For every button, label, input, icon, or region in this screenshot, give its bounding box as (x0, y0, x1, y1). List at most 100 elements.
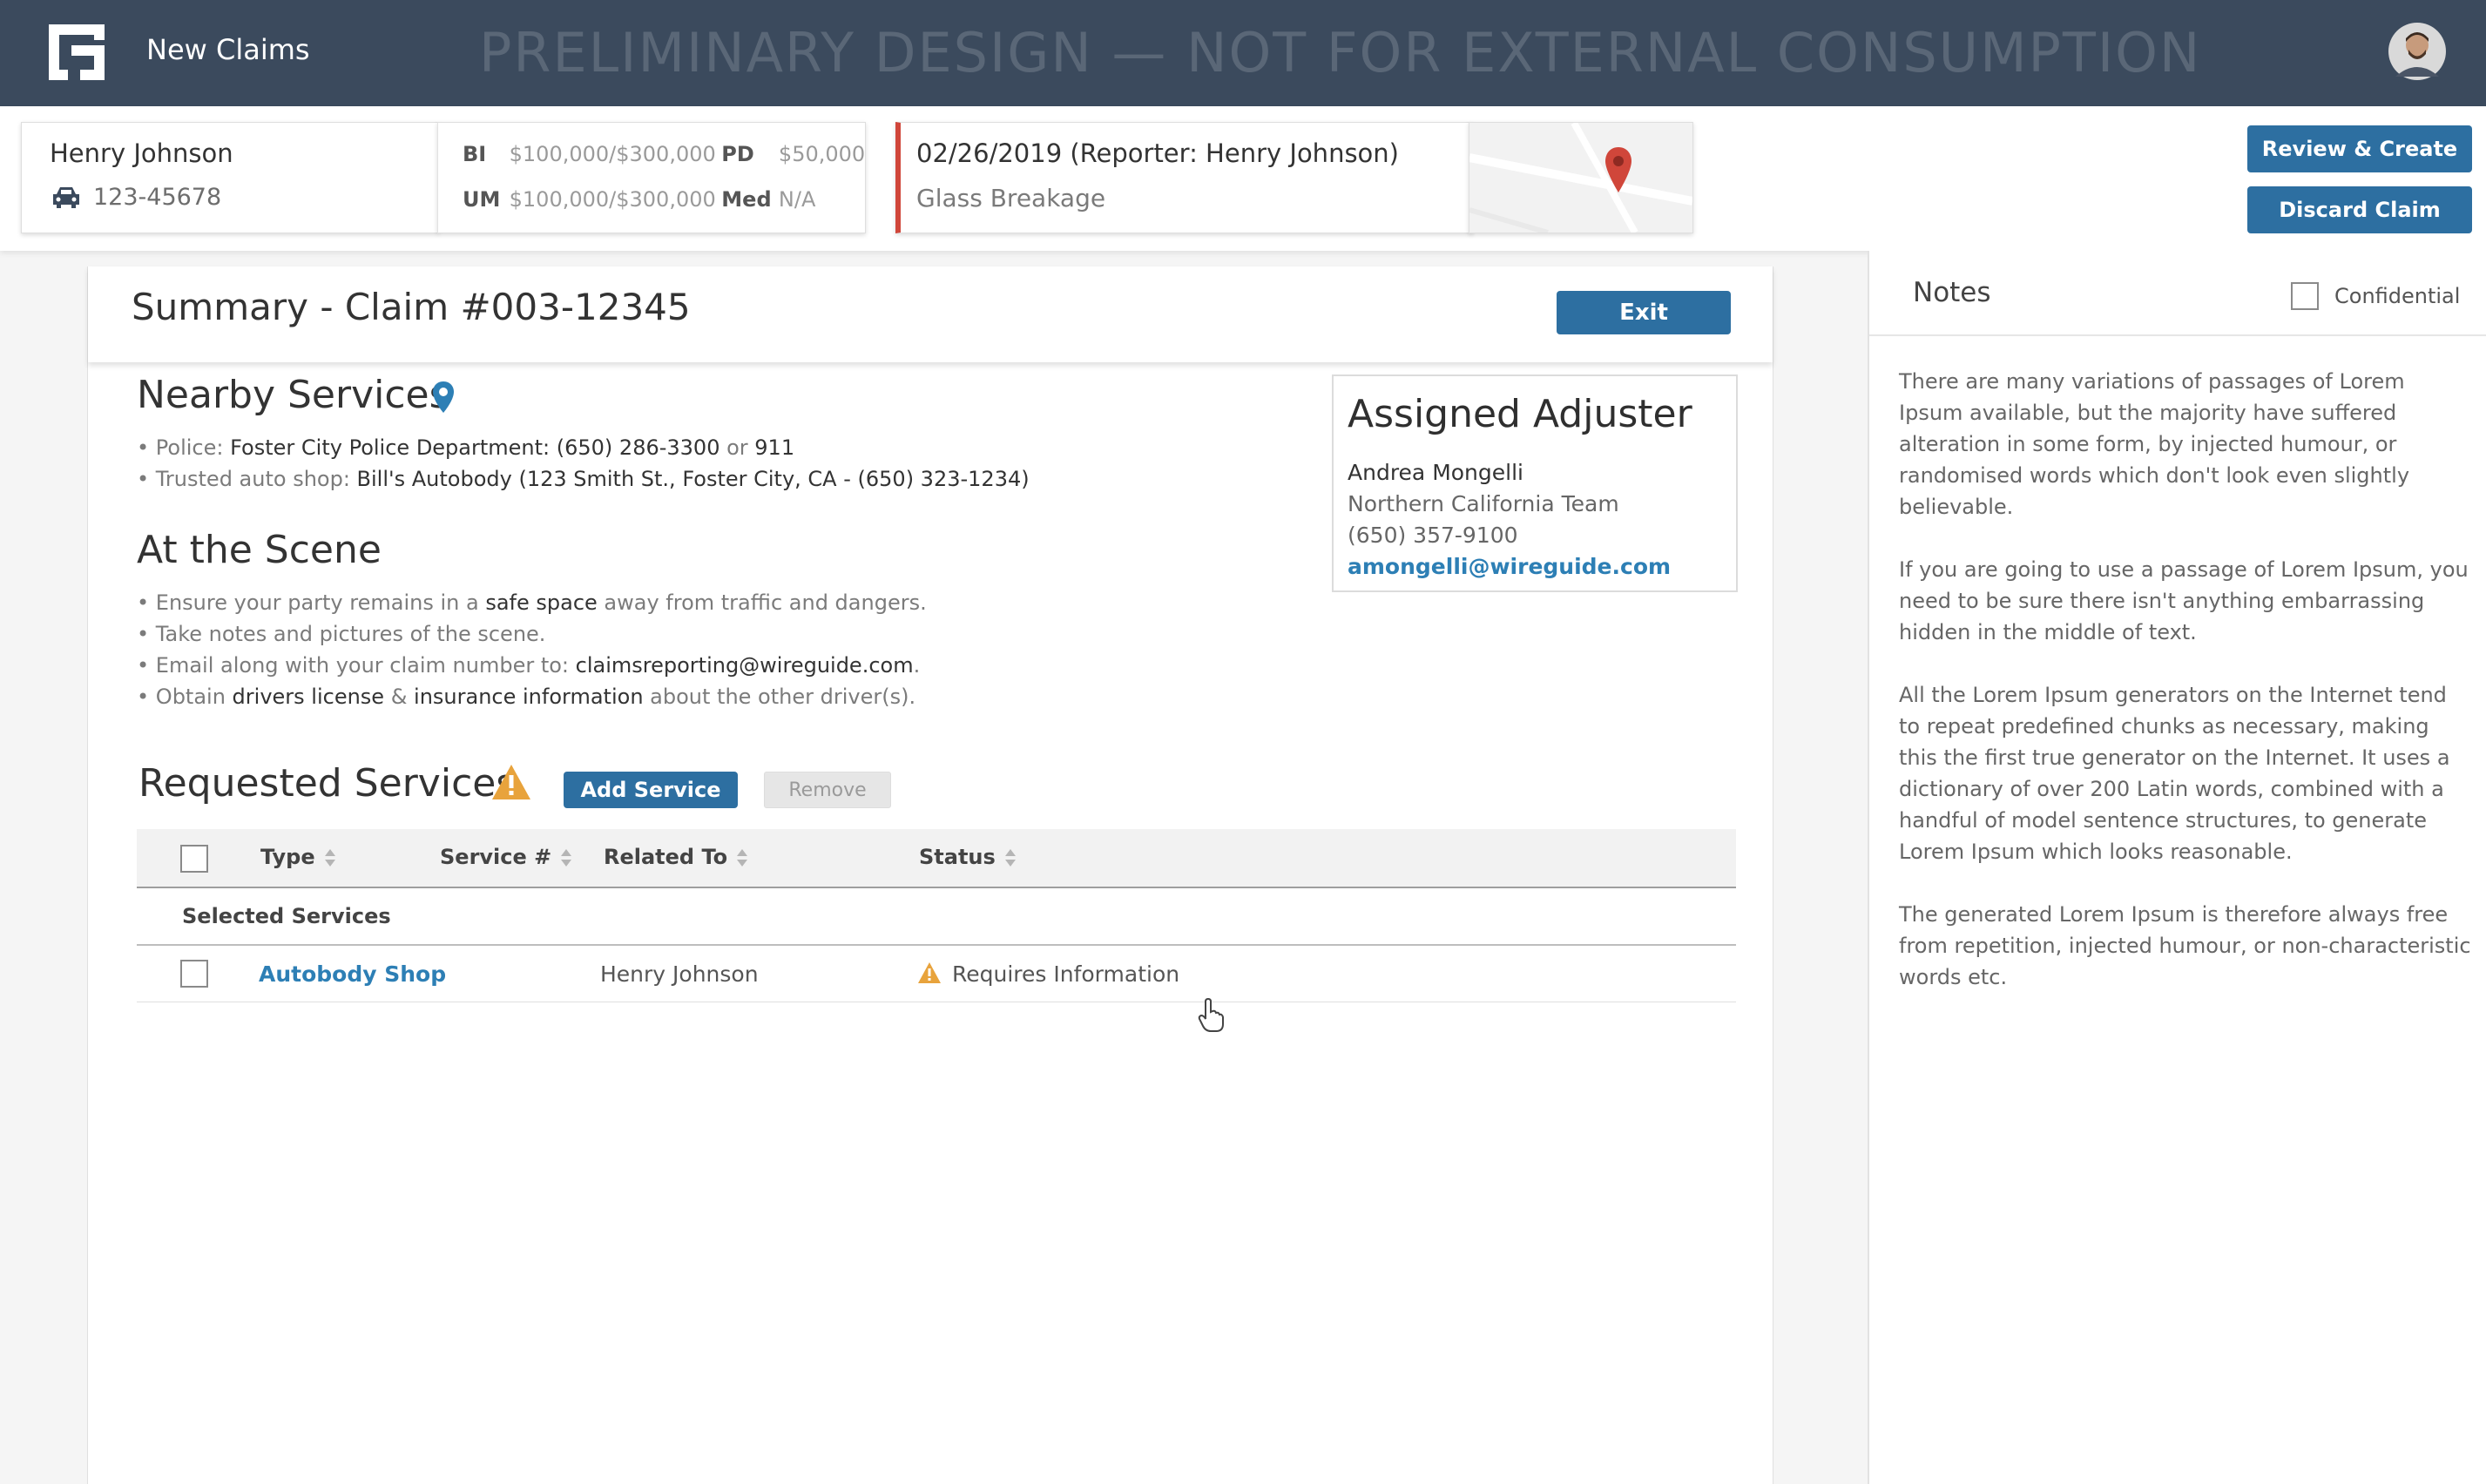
notes-panel: Notes Confidential There are many variat… (1868, 251, 2486, 1484)
scene-b4-pre: Obtain (155, 685, 233, 709)
col-service-number-label: Service # (440, 845, 552, 869)
car-icon (53, 187, 79, 208)
note-paragraph: All the Lorem Ipsum generators on the In… (1899, 683, 2450, 864)
notes-title: Notes (1913, 277, 1991, 308)
insured-name: Henry Johnson (50, 138, 233, 168)
bi-label: BI (463, 142, 487, 166)
avatar[interactable] (2388, 23, 2446, 80)
services-table-header: Type Service # Related To Status (137, 829, 1736, 888)
table-row[interactable]: Autobody Shop Henry Johnson Requires Inf… (137, 946, 1736, 1002)
pd-label: PD (721, 142, 754, 166)
sort-icon (1004, 849, 1016, 867)
adjuster-team: Northern California Team (1348, 491, 1619, 516)
page-title: Summary - Claim #003-12345 (132, 286, 691, 328)
police-or: or (719, 435, 755, 460)
add-service-button[interactable]: Add Service (564, 772, 738, 808)
bi-value: $100,000/$300,000 (509, 142, 716, 166)
col-type-label: Type (260, 845, 315, 869)
sort-icon (324, 849, 335, 867)
med-label: Med (721, 187, 772, 212)
remove-button[interactable]: Remove (764, 772, 891, 808)
watermark-banner: PRELIMINARY DESIGN — NOT FOR EXTERNAL CO… (479, 21, 2202, 84)
location-pin-icon (433, 381, 454, 413)
scene-b1-post: away from traffic and dangers. (597, 590, 927, 615)
scene-b4-post: about the other driver(s). (643, 685, 916, 709)
coverage-row-um-med: UM $100,000/$300,000 Med N/A (463, 187, 815, 212)
select-all-checkbox[interactable] (180, 845, 208, 873)
list-item: • Obtain drivers license & insurance inf… (137, 685, 916, 709)
scene-b3-pre: Email along with your claim number to: (155, 653, 576, 678)
related-to: Henry Johnson (600, 961, 759, 987)
coverage-row-bi-pd: BI $100,000/$300,000 PD $50,000 (463, 142, 865, 166)
col-related-to-label: Related To (604, 845, 728, 869)
assigned-adjuster-card: Assigned Adjuster Andrea Mongelli Northe… (1332, 374, 1738, 592)
sort-icon (737, 849, 748, 867)
nearby-services-heading: Nearby Services (137, 373, 449, 417)
claim-header: Henry Johnson 123-45678 BI $100,000/$300… (0, 106, 2486, 251)
location-map[interactable] (1469, 122, 1693, 233)
summary-panel: Summary - Claim #003-12345 Exit Nearby S… (87, 266, 1773, 1484)
hand-cursor-icon (1198, 998, 1224, 1032)
group-label: Selected Services (182, 904, 391, 928)
coverage-card: BI $100,000/$300,000 PD $50,000 UM $100,… (437, 122, 866, 233)
col-type[interactable]: Type (260, 845, 336, 869)
service-status: Requires Information (952, 961, 1180, 987)
notes-header: Notes Confidential (1869, 251, 2486, 336)
top-nav: New Claims PRELIMINARY DESIGN — NOT FOR … (0, 0, 2486, 106)
adjuster-phone: (650) 357-9100 (1348, 523, 1518, 548)
review-create-button[interactable]: Review & Create (2247, 125, 2472, 172)
exit-button[interactable]: Exit (1557, 291, 1731, 334)
note-paragraph: If you are going to use a passage of Lor… (1899, 557, 2469, 644)
map-pin-icon (1605, 147, 1631, 192)
selected-services-group: Selected Services (137, 888, 1736, 946)
col-status-label: Status (919, 845, 996, 869)
scene-b4-bold2: insurance information (414, 685, 644, 709)
confidential-label: Confidential (2334, 284, 2461, 308)
col-service-number[interactable]: Service # (440, 845, 572, 869)
scene-b4-mid: & (384, 685, 415, 709)
claim-info-card[interactable]: 02/26/2019 (Reporter: Henry Johnson) Gla… (895, 122, 1473, 233)
at-the-scene-heading: At the Scene (137, 528, 382, 572)
police-prefix: Police: (155, 435, 231, 460)
police-emergency: 911 (754, 435, 795, 460)
claim-type: Glass Breakage (916, 184, 1106, 212)
scene-b3-post: . (913, 653, 921, 678)
app-title: New Claims (146, 33, 310, 66)
scene-b4-bold1: drivers license (232, 685, 385, 709)
scene-b3-email: claimsreporting@wireguide.com (575, 653, 914, 678)
scene-b2: Take notes and pictures of the scene. (155, 622, 546, 646)
service-type-link[interactable]: Autobody Shop (259, 961, 446, 987)
pd-value: $50,000 (778, 142, 866, 166)
list-item: • Email along with your claim number to:… (137, 653, 921, 678)
scene-list: • Ensure your party remains in a safe sp… (137, 587, 927, 712)
adjuster-name: Andrea Mongelli (1348, 460, 1523, 485)
discard-claim-button[interactable]: Discard Claim (2247, 186, 2472, 233)
list-item: • Police: Foster City Police Department:… (137, 435, 795, 460)
adjuster-heading: Assigned Adjuster (1348, 392, 1692, 436)
summary-header: Summary - Claim #003-12345 Exit (88, 266, 1773, 362)
logo-icon[interactable] (45, 21, 108, 84)
note-paragraph: The generated Lorem Ipsum is therefore a… (1899, 902, 2471, 989)
warning-icon (918, 962, 941, 983)
confidential-checkbox[interactable] (2291, 282, 2319, 310)
warning-icon (492, 765, 530, 799)
um-value: $100,000/$300,000 (509, 187, 716, 212)
med-value: N/A (778, 187, 816, 212)
notes-text[interactable]: There are many variations of passages of… (1899, 366, 2474, 1024)
list-item: • Ensure your party remains in a safe sp… (137, 590, 927, 615)
policy-number: 123-45678 (93, 184, 222, 211)
col-related-to[interactable]: Related To (604, 845, 748, 869)
insured-card[interactable]: Henry Johnson 123-45678 (21, 122, 439, 233)
requested-services-heading: Requested Services (138, 761, 517, 806)
sort-icon (561, 849, 572, 867)
police-name: Foster City Police Department: (650) 286… (230, 435, 720, 460)
row-checkbox[interactable] (180, 960, 208, 988)
map-background (1469, 123, 1692, 233)
nearby-services-list: • Police: Foster City Police Department:… (137, 432, 1030, 495)
col-status[interactable]: Status (919, 845, 1017, 869)
list-item: • Take notes and pictures of the scene. (137, 622, 546, 646)
scene-b1-pre: Ensure your party remains in a (155, 590, 486, 615)
adjuster-email-link[interactable]: amongelli@wireguide.com (1348, 554, 1671, 579)
scene-b1-bold: safe space (485, 590, 598, 615)
claim-date-reporter: 02/26/2019 (Reporter: Henry Johnson) (916, 138, 1399, 168)
